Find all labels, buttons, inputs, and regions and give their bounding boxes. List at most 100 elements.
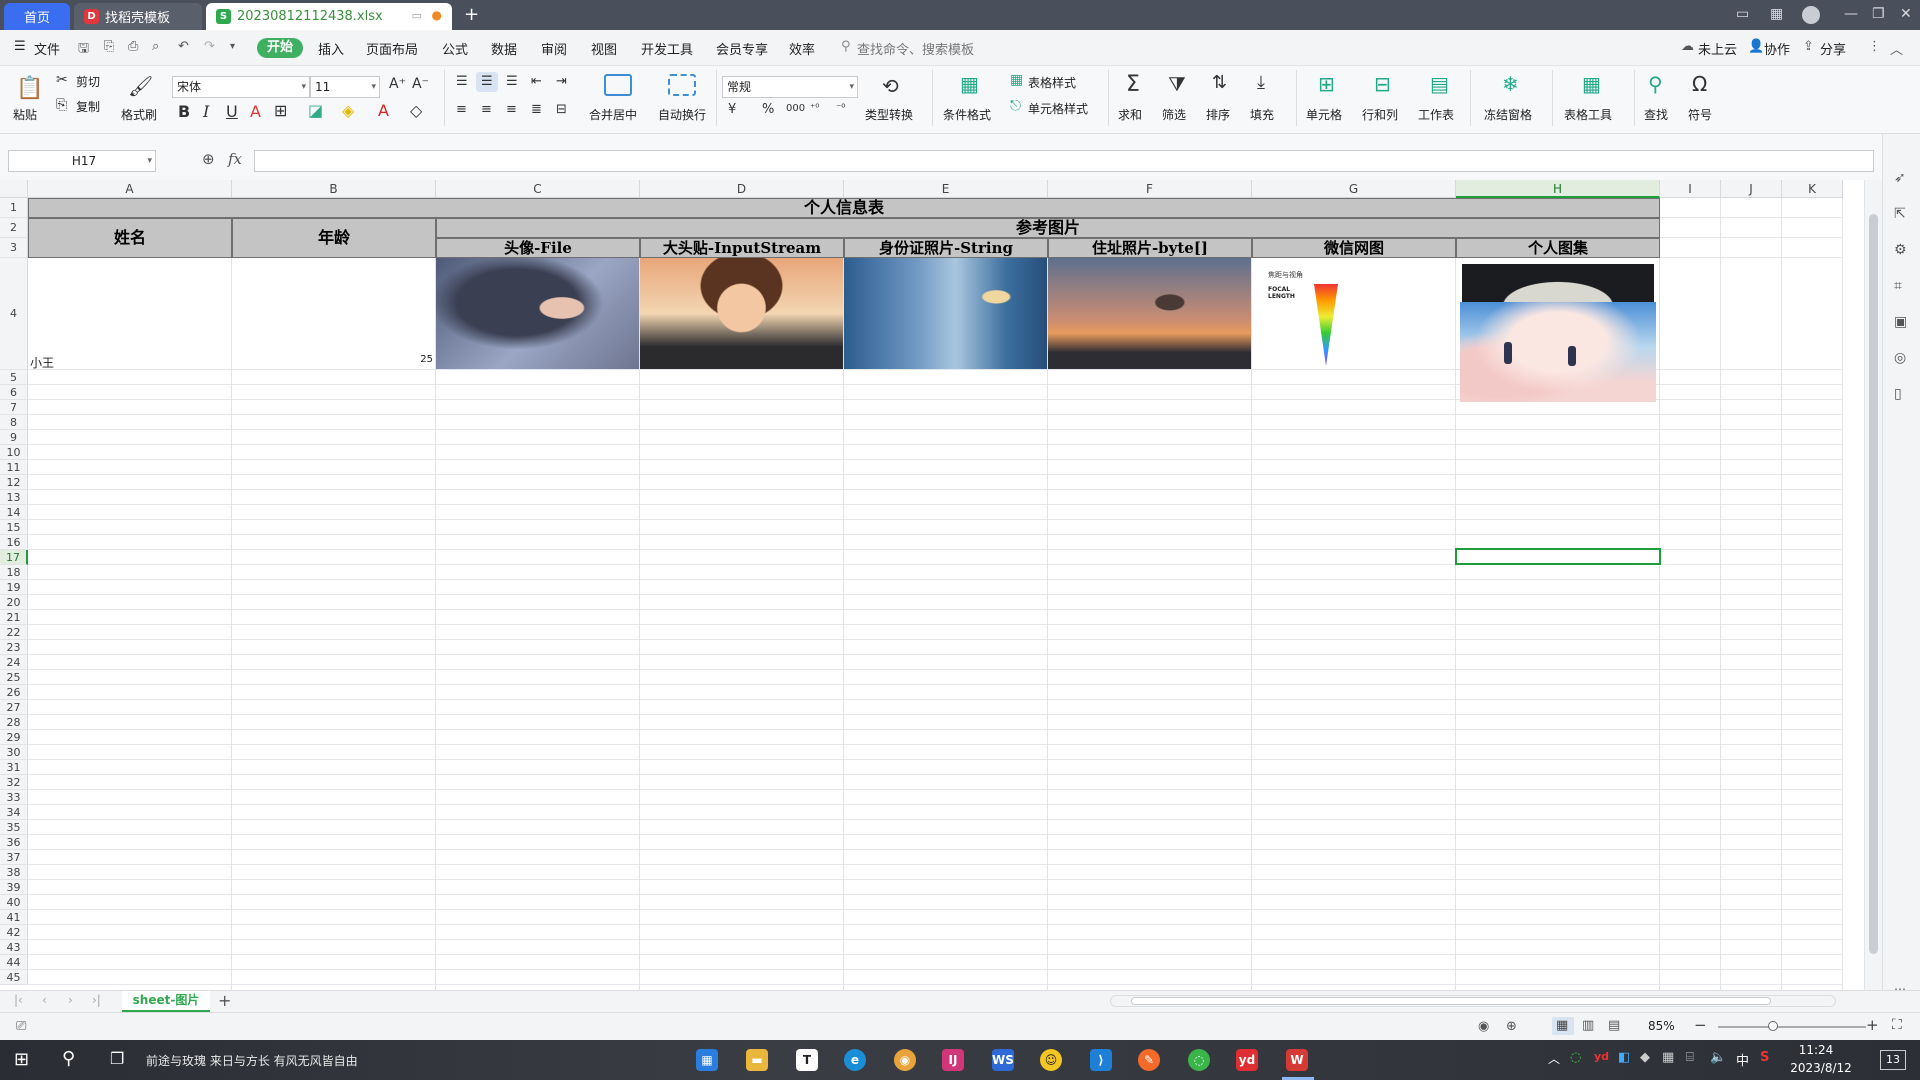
row-header-7[interactable]: 7 — [0, 400, 28, 415]
vscode-icon[interactable]: ⟩ — [1090, 1049, 1112, 1071]
row-header-32[interactable]: 32 — [0, 775, 28, 790]
cell-age-value[interactable]: 25 — [232, 354, 433, 369]
column-header-I[interactable]: I — [1660, 180, 1721, 198]
close-icon[interactable]: ✕ — [1900, 6, 1912, 22]
print-icon[interactable]: ⎙ — [128, 39, 138, 54]
row-header-24[interactable]: 24 — [0, 655, 28, 670]
format-icon[interactable]: ⌗ — [1894, 278, 1902, 294]
network-icon[interactable]: ⌸ — [1686, 1050, 1694, 1065]
strikethrough-icon[interactable]: A — [250, 102, 261, 121]
wechat-web-image[interactable]: 焦距与视角 FOCAL LENGTH — [1252, 258, 1455, 367]
indent-increase-icon[interactable]: ⇥ — [556, 74, 567, 89]
export-icon[interactable]: ⎘ — [104, 39, 114, 54]
zoom-level[interactable]: 85% — [1648, 1019, 1675, 1033]
edge-icon[interactable]: e — [844, 1049, 866, 1071]
command-search[interactable]: 查找命令、搜索模板 — [857, 39, 974, 58]
horizontal-scrollbar[interactable] — [1110, 995, 1836, 1007]
sheet-tab-images[interactable]: sheet-图片 — [122, 991, 210, 1012]
hamburger-icon[interactable]: ☰ — [14, 39, 26, 54]
clock-time[interactable]: 11:24 — [1788, 1043, 1844, 1057]
justify-icon[interactable]: ≣ — [531, 102, 542, 117]
restore-icon[interactable]: ❐ — [1872, 6, 1885, 22]
next-sheet-icon[interactable]: › — [68, 993, 73, 1007]
cut-button[interactable]: 剪切 — [76, 73, 100, 90]
page-break-icon[interactable]: ▤ — [1608, 1018, 1620, 1033]
row-header-35[interactable]: 35 — [0, 820, 28, 835]
paste-button[interactable]: 粘贴 — [13, 106, 37, 123]
header-reference-images[interactable]: 参考图片 — [436, 218, 1660, 238]
tray-grid-icon[interactable]: ▦ — [1662, 1050, 1674, 1065]
bold-icon[interactable]: B — [178, 102, 190, 121]
postman-icon[interactable]: ✎ — [1138, 1049, 1160, 1071]
volume-icon[interactable]: 🔈 — [1710, 1050, 1726, 1065]
menu-view[interactable]: 视图 — [591, 39, 617, 58]
tray-youdao-icon[interactable]: yd — [1594, 1050, 1609, 1063]
store-icon[interactable]: ▦ — [696, 1049, 718, 1071]
column-header-K[interactable]: K — [1782, 180, 1843, 198]
italic-icon[interactable]: I — [203, 102, 209, 121]
copy-button[interactable]: 复制 — [76, 98, 100, 115]
row-header-39[interactable]: 39 — [0, 880, 28, 895]
tray-app-icon[interactable]: ◧ — [1618, 1050, 1630, 1065]
horizontal-scroll-thumb[interactable] — [1131, 997, 1771, 1005]
zoom-formula-icon[interactable]: ⊕ — [202, 150, 215, 168]
menu-member[interactable]: 会员专享 — [716, 39, 768, 58]
row-col-button[interactable]: 行和列 — [1362, 106, 1398, 123]
header-personal-album[interactable]: 个人图集 — [1456, 238, 1660, 258]
id-photo-image[interactable] — [844, 258, 1047, 369]
quick-access-dropdown-icon[interactable]: ▾ — [230, 41, 235, 52]
row-header-33[interactable]: 33 — [0, 790, 28, 805]
eye-protect-icon[interactable]: ◉ — [1478, 1019, 1489, 1034]
vertical-scroll-thumb[interactable] — [1869, 214, 1878, 954]
ime-indicator[interactable]: 中 — [1736, 1050, 1749, 1069]
header-name[interactable]: 姓名 — [28, 218, 232, 258]
tab-home[interactable]: 首页 — [4, 3, 70, 30]
row-header-38[interactable]: 38 — [0, 865, 28, 880]
save-icon[interactable]: 🖫 — [78, 39, 89, 61]
avatar-image[interactable] — [436, 258, 639, 369]
border-icon[interactable]: ⊞ — [274, 101, 287, 120]
row-header-41[interactable]: 41 — [0, 910, 28, 925]
paste-icon[interactable]: 📋 — [16, 76, 43, 101]
table-tools-button[interactable]: 表格工具 — [1564, 106, 1612, 123]
row-header-16[interactable]: 16 — [0, 535, 28, 550]
row-header-10[interactable]: 10 — [0, 445, 28, 460]
row-header-3[interactable]: 3 — [0, 238, 28, 258]
minimize-icon[interactable]: — — [1844, 6, 1858, 22]
fullscreen-icon[interactable]: ⛶ — [1892, 1017, 1902, 1033]
row-header-11[interactable]: 11 — [0, 460, 28, 475]
album-image-clouds[interactable] — [1460, 302, 1656, 402]
menu-page-layout[interactable]: 页面布局 — [366, 39, 418, 58]
row-header-25[interactable]: 25 — [0, 670, 28, 685]
font-color-icon[interactable]: A — [378, 101, 389, 120]
rocket-icon[interactable]: ➶ — [1894, 170, 1906, 186]
fill-button[interactable]: 填充 — [1250, 106, 1274, 123]
windows-start-icon[interactable]: ⊞ — [14, 1049, 29, 1070]
menu-start[interactable]: 开始 — [257, 38, 303, 58]
add-sheet-icon[interactable]: + — [218, 991, 231, 1010]
first-sheet-icon[interactable]: |‹ — [14, 993, 23, 1007]
cond-format-button[interactable]: 条件格式 — [943, 106, 991, 123]
tab-template[interactable]: D 找稻壳模板 — [74, 3, 202, 30]
align-left-icon[interactable]: ≡ — [456, 102, 467, 117]
currency-icon[interactable]: ¥ — [728, 102, 736, 117]
split-view-icon[interactable]: ⊕ — [1506, 1019, 1517, 1034]
header-photo-inputstream[interactable]: 大头贴-InputStream — [640, 238, 844, 258]
sogou-icon[interactable]: S — [1760, 1050, 1769, 1065]
row-header-45[interactable]: 45 — [0, 970, 28, 985]
symbol-button[interactable]: 符号 — [1688, 106, 1712, 123]
row-header-19[interactable]: 19 — [0, 580, 28, 595]
zoom-out-icon[interactable]: − — [1694, 1016, 1707, 1034]
font-name-select[interactable]: 宋体 — [172, 76, 310, 98]
row-header-4[interactable]: 4 — [0, 258, 28, 370]
row-header-15[interactable]: 15 — [0, 520, 28, 535]
zoom-slider[interactable] — [1718, 1026, 1866, 1028]
clock-date[interactable]: 2023/8/12 — [1788, 1061, 1854, 1075]
increase-decimal-icon[interactable]: ⁺⁰ — [810, 103, 819, 114]
row-header-28[interactable]: 28 — [0, 715, 28, 730]
row-header-8[interactable]: 8 — [0, 415, 28, 430]
row-header-37[interactable]: 37 — [0, 850, 28, 865]
row-header-44[interactable]: 44 — [0, 955, 28, 970]
thousands-icon[interactable]: 000 — [786, 103, 805, 114]
last-sheet-icon[interactable]: ›| — [92, 993, 101, 1007]
